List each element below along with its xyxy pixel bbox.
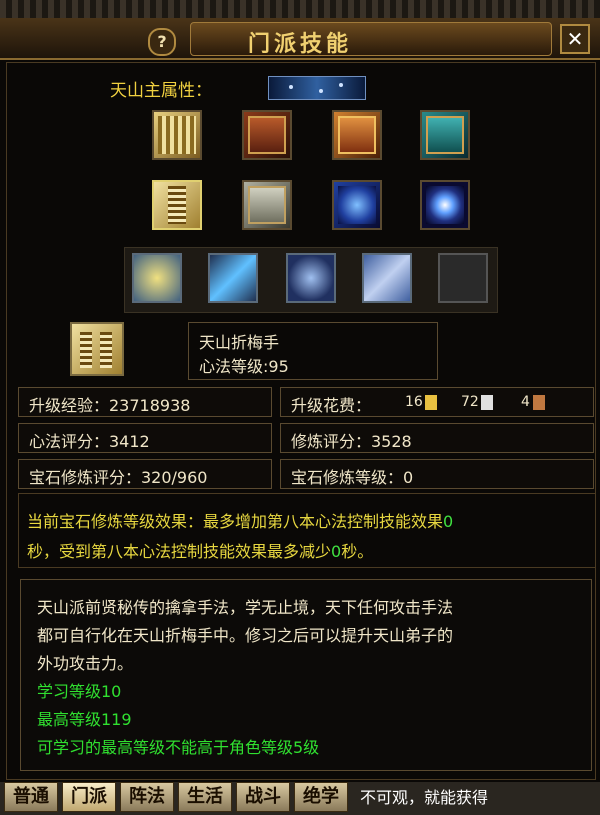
gem-score: 宝石修炼评分：320/960 bbox=[29, 468, 208, 487]
tab-sect[interactable]: 门派 bbox=[62, 782, 116, 812]
teal-book-icon[interactable] bbox=[420, 110, 470, 160]
orange-book-icon[interactable] bbox=[332, 110, 382, 160]
galaxy-icon[interactable] bbox=[420, 180, 470, 230]
effect-value-2: 0 bbox=[331, 542, 342, 561]
skill-description: 天山派前贤秘传的擒拿手法，学无止境，天下任何攻击手法 都可自行化在天山折梅手中。… bbox=[20, 579, 592, 771]
gem-level: 宝石修炼等级：0 bbox=[291, 468, 414, 487]
effect-text-2a: 秒，受到第八本心法控制技能效果最多减少 bbox=[27, 542, 332, 561]
tab-life[interactable]: 生活 bbox=[178, 782, 232, 812]
tab-formation[interactable]: 阵法 bbox=[120, 782, 174, 812]
gold-ingot-icon bbox=[425, 395, 437, 410]
desc-line-1: 天山派前贤秘传的擒拿手法，学无止境，天下任何攻击手法 bbox=[37, 598, 454, 617]
heart-score-box: 心法评分：3412 bbox=[18, 423, 272, 453]
skill-info: 天山折梅手 心法等级:95 bbox=[188, 322, 438, 380]
tab-bar: 普通 门派 阵法 生活 战斗 绝学 bbox=[0, 782, 600, 814]
desc-line-3: 外功攻击力。 bbox=[37, 654, 134, 673]
effect-line-1: 当前宝石修炼等级效果：最多增加第八本心法控制技能效果0 bbox=[27, 508, 453, 532]
fan-skill-icon[interactable] bbox=[132, 253, 182, 303]
effect-line-2: 秒，受到第八本心法控制技能效果最多减少0秒。 bbox=[27, 538, 373, 562]
effect-text-1: 当前宝石修炼等级效果：最多增加第八本心法控制技能效果 bbox=[27, 512, 444, 531]
upgrade-cost-box: 升级花费： 16 72 4 bbox=[280, 387, 594, 417]
level-note: 可学习的最高等级不能高于角色等级5级 bbox=[37, 738, 320, 757]
red-book-icon[interactable] bbox=[242, 110, 292, 160]
yellow-book-icon[interactable] bbox=[152, 180, 202, 230]
effect-value-1: 0 bbox=[443, 512, 454, 531]
tab-battle[interactable]: 战斗 bbox=[236, 782, 290, 812]
scroll-book-icon[interactable] bbox=[152, 110, 202, 160]
copper-ingot-icon bbox=[533, 395, 545, 410]
ice-attribute-icon bbox=[268, 76, 366, 100]
window-title: 门派技能 bbox=[247, 32, 352, 57]
silver-ingot-icon bbox=[481, 395, 493, 410]
learn-level: 学习等级10 bbox=[37, 682, 122, 701]
skill-name: 天山折梅手 bbox=[199, 333, 280, 352]
heart-score: 心法评分：3412 bbox=[29, 432, 150, 451]
max-level: 最高等级119 bbox=[37, 710, 132, 729]
help-button[interactable]: ? bbox=[148, 28, 176, 56]
effect-text-2b: 秒。 bbox=[341, 542, 374, 561]
current-book-icon bbox=[70, 322, 124, 376]
gem-level-box: 宝石修炼等级：0 bbox=[280, 459, 594, 489]
desc-line-2: 都可自行化在天山折梅手中。修习之后可以提升天山弟子的 bbox=[37, 626, 454, 645]
cost-silver: 72 bbox=[461, 394, 479, 410]
paper-skill-icon[interactable] bbox=[362, 253, 412, 303]
tab-ultimate[interactable]: 绝学 bbox=[294, 782, 348, 812]
empty-slot-icon[interactable] bbox=[438, 253, 488, 303]
cost-gold: 16 bbox=[405, 394, 423, 410]
cultivate-score: 修炼评分：3528 bbox=[291, 432, 412, 451]
upgrade-exp: 升级经验：23718938 bbox=[29, 396, 191, 415]
tornado-skill-icon[interactable] bbox=[286, 253, 336, 303]
upgrade-exp-box: 升级经验：23718938 bbox=[18, 387, 272, 417]
beam-skill-icon[interactable] bbox=[208, 253, 258, 303]
gray-book-icon[interactable] bbox=[242, 180, 292, 230]
close-button[interactable]: ✕ bbox=[560, 24, 590, 54]
gem-effect-box: 当前宝石修炼等级效果：最多增加第八本心法控制技能效果0 秒，受到第八本心法控制技… bbox=[18, 493, 596, 568]
skill-level: 心法等级:95 bbox=[199, 357, 289, 376]
cultivate-score-box: 修炼评分：3528 bbox=[280, 423, 594, 453]
gem-score-box: 宝石修炼评分：320/960 bbox=[18, 459, 272, 489]
cost-copper: 4 bbox=[521, 394, 530, 410]
upgrade-cost-label: 升级花费： bbox=[291, 396, 372, 415]
tab-normal[interactable]: 普通 bbox=[4, 782, 58, 812]
blue-scroll-icon[interactable] bbox=[332, 180, 382, 230]
main-attribute-label: 天山主属性： bbox=[110, 81, 212, 101]
